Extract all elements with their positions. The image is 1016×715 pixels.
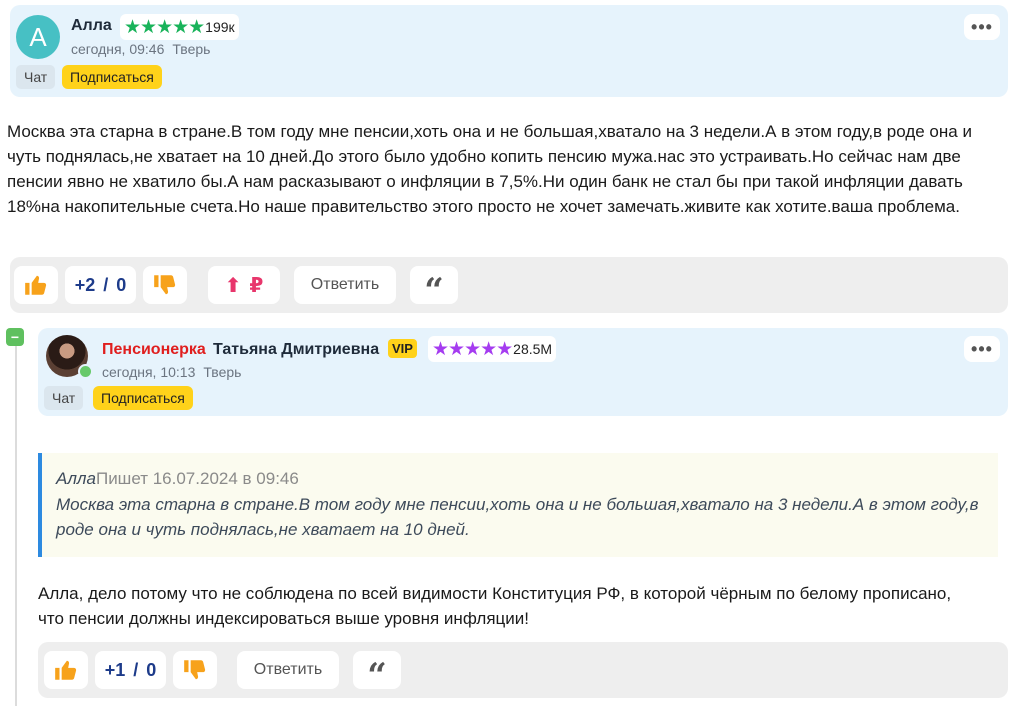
score-separator: / xyxy=(103,274,109,295)
avatar[interactable]: А xyxy=(16,15,60,59)
arrow-up-icon: ⬆ xyxy=(224,274,242,297)
score-plus: +1 xyxy=(104,659,126,680)
thread-line xyxy=(15,346,17,706)
vote-score: +1 / 0 xyxy=(95,651,166,689)
comment-text: Москва эта старна в стране.В том году мн… xyxy=(7,122,972,216)
star-rating-icon: ★★★★★ xyxy=(432,338,513,360)
author-city: Тверь xyxy=(172,41,211,57)
collapse-thread-button[interactable]: − xyxy=(6,328,24,346)
quote-date: Пишет 16.07.2024 в 09:46 xyxy=(95,469,299,488)
quote-author[interactable]: Алла xyxy=(56,469,96,488)
reply-header: Пенсионерка Татьяна Дмитриевна VIP ★★★★★… xyxy=(38,328,1008,416)
reply-actions: +1 / 0 Ответить “ xyxy=(38,642,1008,698)
thumbs-down-icon xyxy=(154,275,176,295)
score-separator: / xyxy=(133,659,139,680)
rating-badge[interactable]: ★★★★★ 28.5M xyxy=(428,336,557,362)
post-meta: сегодня, 09:46 Тверь xyxy=(71,41,210,57)
boost-button[interactable]: ⬆ ₽ xyxy=(208,266,280,304)
vip-badge: VIP xyxy=(388,339,417,358)
author-city: Тверь xyxy=(203,364,242,380)
more-options-button[interactable]: ••• xyxy=(964,14,1000,40)
score-minus: 0 xyxy=(146,659,157,680)
author-rank: Пенсионерка xyxy=(102,341,206,358)
star-rating-icon: ★★★★★ xyxy=(124,16,205,38)
quoted-message: АллаПишет 16.07.2024 в 09:46 Москва эта … xyxy=(38,453,998,557)
like-button[interactable] xyxy=(14,266,58,304)
rating-badge[interactable]: ★★★★★ 199к xyxy=(120,14,239,40)
quote-header: АллаПишет 16.07.2024 в 09:46 xyxy=(56,469,299,489)
quote-button[interactable]: “ xyxy=(353,651,401,693)
more-options-button[interactable]: ••• xyxy=(964,336,1000,362)
quote-button[interactable]: “ xyxy=(410,266,458,308)
quote-icon: “ xyxy=(367,656,387,696)
thumbs-down-icon xyxy=(184,660,206,680)
dislike-button[interactable] xyxy=(173,651,217,689)
reply-button[interactable]: Ответить xyxy=(237,651,339,689)
reply-text: Алла, дело потому что не соблюдена по вс… xyxy=(38,584,952,628)
subscribe-button[interactable]: Подписаться xyxy=(93,386,193,410)
comment-header: А Алла ★★★★★ 199к сегодня, 09:46 Тверь Ча… xyxy=(10,5,1008,97)
avatar[interactable] xyxy=(46,335,93,379)
subscribe-button[interactable]: Подписаться xyxy=(62,65,162,89)
score-minus: 0 xyxy=(116,274,127,295)
chat-button[interactable]: Чат xyxy=(44,386,84,410)
like-button[interactable] xyxy=(44,651,88,689)
thumbs-up-icon xyxy=(25,275,47,295)
post-meta: сегодня, 10:13 Тверь xyxy=(102,364,241,380)
thumbs-up-icon xyxy=(55,660,77,680)
rating-count: 199к xyxy=(205,19,235,35)
dislike-button[interactable] xyxy=(143,266,187,304)
author-name[interactable]: Татьяна Дмитриевна xyxy=(213,341,379,359)
post-time: сегодня, 09:46 xyxy=(71,41,165,57)
rating-count: 28.5M xyxy=(513,341,553,357)
post-time: сегодня, 10:13 xyxy=(102,364,196,380)
quote-icon: “ xyxy=(424,271,444,311)
score-plus: +2 xyxy=(74,274,96,295)
chat-button[interactable]: Чат xyxy=(16,65,56,89)
ruble-icon: ₽ xyxy=(249,274,264,297)
comment-actions: +2 / 0 ⬆ ₽ Ответить “ xyxy=(10,257,1008,313)
quote-text: Москва эта старна в стране.В том году мн… xyxy=(56,495,979,539)
vote-score: +2 / 0 xyxy=(65,266,136,304)
online-status-icon xyxy=(78,364,93,379)
author-name[interactable]: Алла xyxy=(71,17,112,35)
reply-button[interactable]: Ответить xyxy=(294,266,396,304)
